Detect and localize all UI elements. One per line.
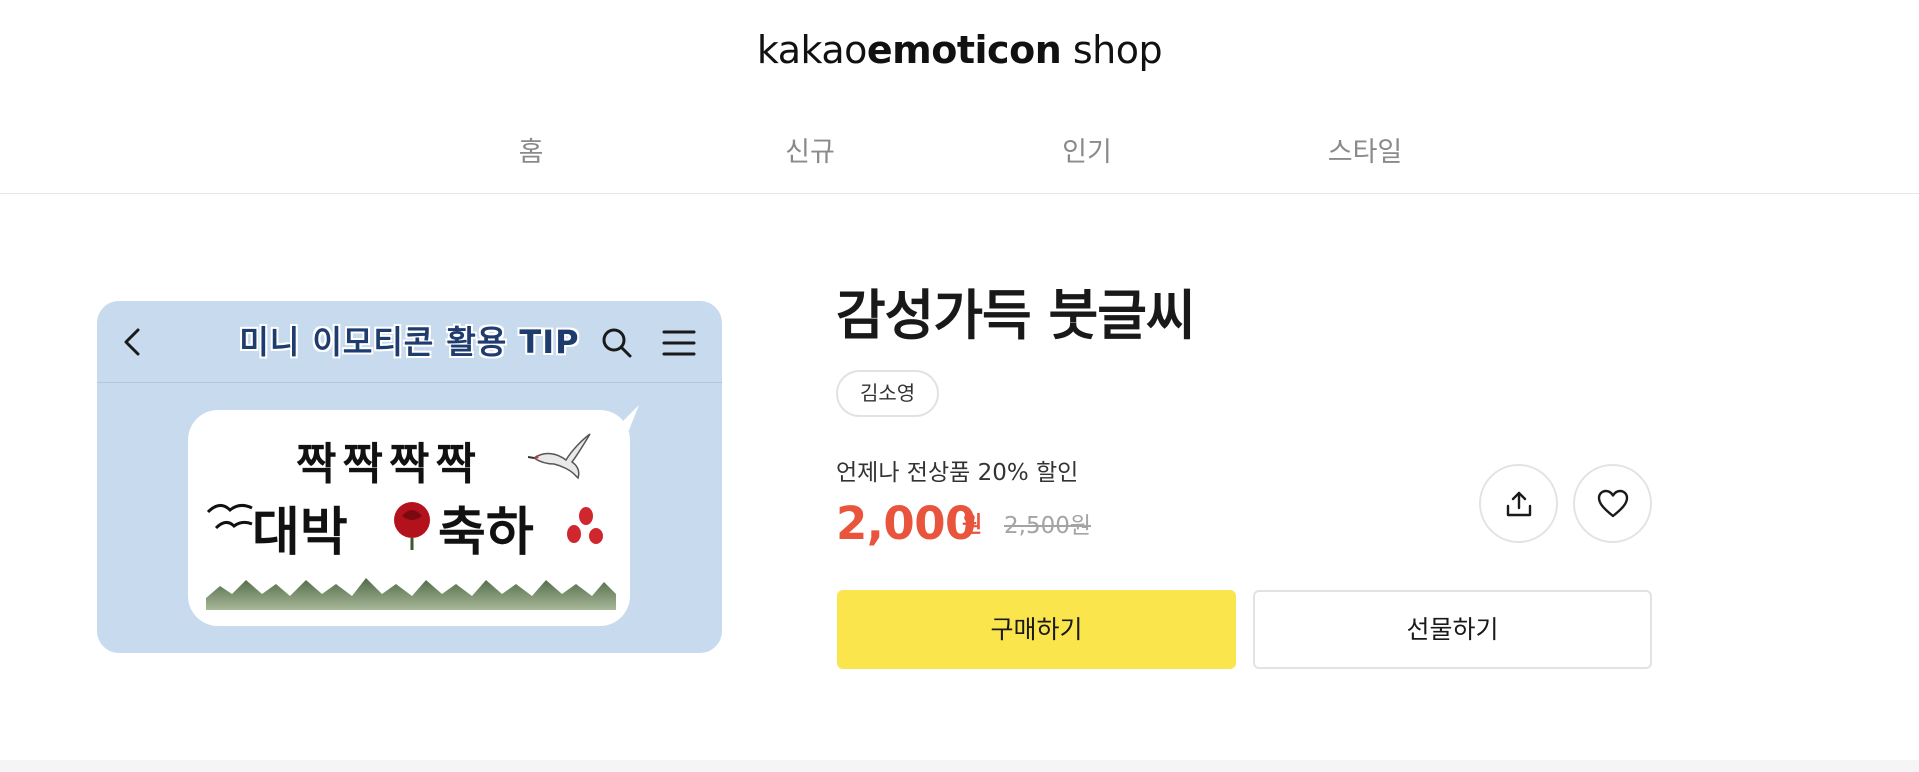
product-title: 감성가득 붓글씨 xyxy=(836,284,1196,347)
author-tag[interactable]: 김소영 xyxy=(836,370,940,417)
nav-item-style[interactable]: 스타일 xyxy=(1265,130,1465,176)
price-unit: 원 xyxy=(962,513,983,538)
emoticon-art: 짝짝짝짝 대박 축하 xyxy=(188,410,630,626)
original-price: 2,500원 xyxy=(1004,513,1092,539)
site-header: kakaoemoticon shop 홈 신규 인기 스타일 xyxy=(0,0,1919,194)
menu-icon xyxy=(662,330,696,356)
discount-text: 언제나 전상품 20% 할인 xyxy=(836,460,1079,486)
nav-item-popular[interactable]: 인기 xyxy=(987,130,1187,176)
nav-item-home[interactable]: 홈 xyxy=(431,130,631,176)
like-button[interactable] xyxy=(1573,464,1652,543)
crane-icon xyxy=(528,433,591,480)
logo-bold: emoticon xyxy=(866,28,1062,72)
share-icon xyxy=(1506,491,1531,516)
sale-price: 2,000 xyxy=(836,497,976,550)
share-button[interactable] xyxy=(1479,464,1558,543)
brush-text-line3: 축하 xyxy=(438,502,534,563)
site-logo[interactable]: kakaoemoticon shop xyxy=(0,26,1919,74)
main-nav: 홈 신규 인기 스타일 xyxy=(0,130,1919,176)
buy-button[interactable]: 구매하기 xyxy=(837,590,1236,669)
gift-button[interactable]: 선물하기 xyxy=(1253,590,1652,669)
nav-item-new[interactable]: 신규 xyxy=(710,130,910,176)
brush-text-line2: 대박 xyxy=(252,502,348,563)
mountains-icon xyxy=(206,578,616,610)
emoticon-preview: 미니 이모티콘 활용 TIP 짝짝짝짝 대박 축하 xyxy=(97,301,722,653)
logo-suffix: shop xyxy=(1061,28,1163,72)
preview-topbar: 미니 이모티콘 활용 TIP xyxy=(97,301,722,383)
search-icon xyxy=(602,328,632,358)
petals-icon xyxy=(567,507,603,544)
footer-band xyxy=(0,760,1919,772)
flower-icon xyxy=(394,502,430,550)
logo-prefix: kakao xyxy=(756,28,868,72)
heart-icon xyxy=(1597,489,1628,517)
